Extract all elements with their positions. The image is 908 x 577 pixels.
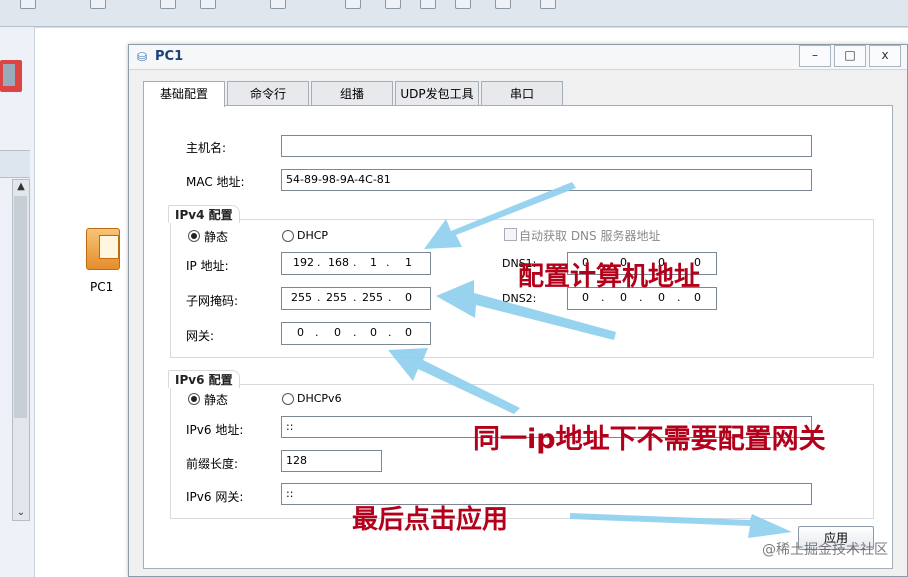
mask-octet: 255 (291, 291, 312, 304)
prefix-length-input[interactable]: 128 (281, 450, 382, 472)
scroll-up-icon[interactable]: ▲ (14, 180, 28, 194)
ipv4-dhcp-radio[interactable] (282, 230, 294, 242)
toolbar-tool-icon[interactable] (20, 0, 36, 9)
ip-octet: 168 (328, 256, 349, 269)
network-pc-icon: ⛁ (137, 50, 148, 64)
pc-config-dialog: ⛁ PC1 – □ x 基础配置 命令行 组播 UDP发包工具 串口 主机名: … (128, 44, 908, 577)
toolbar-tool-icon[interactable] (270, 0, 286, 9)
tab-command-line[interactable]: 命令行 (227, 81, 309, 106)
toolbar-tool-icon[interactable] (420, 0, 436, 9)
toolbar-tool-icon[interactable] (200, 0, 216, 9)
annotation-no-gateway: 同一ip地址下不需要配置网关 (473, 424, 826, 455)
device-category-icon[interactable] (0, 60, 22, 92)
tab-multicast[interactable]: 组播 (311, 81, 393, 106)
tab-basic-config[interactable]: 基础配置 (143, 81, 225, 107)
gateway-octet: 0 (405, 326, 412, 339)
tab-serial[interactable]: 串口 (481, 81, 563, 106)
dialog-titlebar[interactable]: ⛁ PC1 – □ x (129, 45, 907, 70)
gateway-octet: 0 (297, 326, 304, 339)
auto-dns-checkbox[interactable] (504, 228, 517, 241)
monitor-icon (86, 228, 120, 270)
ipv4-dhcp-label: DHCP (297, 229, 329, 242)
basic-config-panel: 主机名: MAC 地址: 54-89-98-9A-4C-81 IPv4 配置 静… (143, 105, 893, 569)
app-toolbar (0, 0, 908, 27)
ip-octet: 1 (405, 256, 412, 269)
hostname-label: 主机名: (186, 141, 227, 155)
mac-label: MAC 地址: (186, 175, 245, 189)
ipv6-group-title: IPv6 配置 (168, 370, 240, 388)
canvas-border (35, 27, 908, 28)
subnet-mask-label: 子网掩码: (186, 294, 239, 308)
scroll-down-icon[interactable]: ⌄ (14, 506, 28, 520)
gateway-octet: 0 (370, 326, 377, 339)
ip-octet: 192 (293, 256, 314, 269)
ipv4-static-radio[interactable] (188, 230, 200, 242)
ipv4-group-title: IPv4 配置 (168, 205, 240, 223)
ipv6-static-radio[interactable] (188, 393, 200, 405)
mask-octet: 0 (405, 291, 412, 304)
ipv6-address-label: IPv6 地址: (186, 423, 244, 437)
subnet-mask-input[interactable]: 255. 255. 255. 0 (281, 287, 431, 310)
gateway-octet: 0 (334, 326, 341, 339)
prefix-length-label: 前缀长度: (186, 457, 239, 471)
annotation-configure-address: 配置计算机地址 (518, 262, 701, 292)
ip-address-label: IP 地址: (186, 259, 229, 273)
pc-device-icon[interactable] (80, 228, 124, 278)
ip-octet: 1 (370, 256, 377, 269)
dns2-label: DNS2: (502, 292, 537, 305)
ipv6-static-label: 静态 (204, 393, 229, 407)
minimize-button[interactable]: – (799, 45, 831, 67)
annotation-click-apply: 最后点击应用 (352, 505, 509, 535)
auto-dns-label: 自动获取 DNS 服务器地址 (519, 229, 661, 243)
close-button[interactable]: x (869, 45, 901, 67)
toolbar-tool-icon[interactable] (160, 0, 176, 9)
scroll-thumb[interactable] (14, 196, 27, 418)
dialog-title: PC1 (155, 49, 184, 64)
mac-input[interactable]: 54-89-98-9A-4C-81 (281, 169, 812, 191)
toolbar-tool-icon[interactable] (455, 0, 471, 9)
hostname-input[interactable] (281, 135, 812, 157)
tab-udp-tool[interactable]: UDP发包工具 (395, 81, 479, 106)
device-label: PC1 (90, 280, 114, 294)
watermark: @稀土掘金技术社区 (762, 542, 888, 558)
toolbar-tool-icon[interactable] (540, 0, 556, 9)
toolbar-tool-icon[interactable] (385, 0, 401, 9)
device-panel: ▲ ⌄ (0, 27, 35, 577)
gateway-label: 网关: (186, 329, 215, 343)
toolbar-tool-icon[interactable] (495, 0, 511, 9)
device-panel-scrollbar[interactable]: ▲ ⌄ (12, 179, 30, 521)
ipv6-dhcp-label: DHCPv6 (297, 392, 342, 405)
ipv6-dhcp-radio[interactable] (282, 393, 294, 405)
panel-header-bar (0, 150, 30, 178)
maximize-button[interactable]: □ (834, 45, 866, 67)
mask-octet: 255 (362, 291, 383, 304)
gateway-input[interactable]: 0. 0. 0. 0 (281, 322, 431, 345)
toolbar-tool-icon[interactable] (345, 0, 361, 9)
ipv4-static-label: 静态 (204, 230, 229, 244)
ipv6-gateway-label: IPv6 网关: (186, 490, 244, 504)
ip-address-input[interactable]: 192. 168. 1. 1 (281, 252, 431, 275)
toolbar-tool-icon[interactable] (90, 0, 106, 9)
mask-octet: 255 (326, 291, 347, 304)
